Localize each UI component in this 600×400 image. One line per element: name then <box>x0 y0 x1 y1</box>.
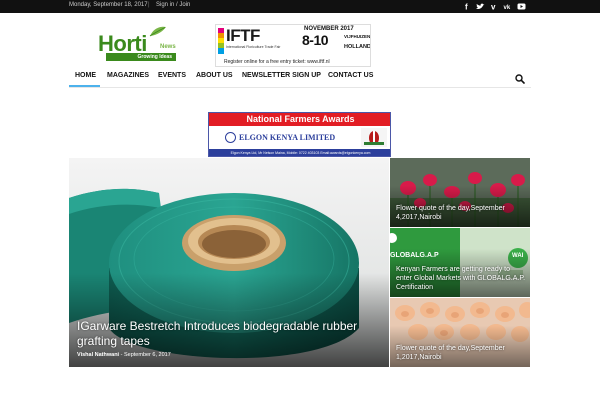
nav-item-events[interactable]: EVENTS <box>158 72 186 79</box>
side-post-3[interactable]: Flower quote of the day,September 1,2017… <box>390 298 530 367</box>
featured-post-meta: Vishal Nathwani - September 6, 2017 <box>77 352 171 358</box>
post-author[interactable]: Vishal Nathwani <box>77 352 119 358</box>
nav-item-magazines[interactable]: MAGAZINES <box>107 72 149 79</box>
awards-contact: Elgon Kenya Ltd, Mr Nelson Maina, Mobile… <box>209 149 390 156</box>
nav-item-about-us[interactable]: ABOUT US <box>196 72 233 79</box>
iftf-logo: IFTF <box>226 26 260 45</box>
vk-icon[interactable]: vk <box>503 2 513 11</box>
iftf-register-text: Register online for a free entry ticket:… <box>224 59 330 65</box>
awards-company: ELGON KENYA LIMITED <box>239 133 336 142</box>
youtube-icon[interactable] <box>517 2 527 11</box>
elgon-logo-icon <box>225 132 236 143</box>
post-date: September 6, 2017 <box>123 352 171 358</box>
nav-item-newsletter-sign-up[interactable]: NEWSLETTER SIGN UP <box>242 72 321 79</box>
sign-in-link[interactable]: Sign in / Join <box>156 2 190 8</box>
awards-title: National Farmers Awards <box>209 113 390 126</box>
svg-text:f: f <box>465 3 468 12</box>
site-logo[interactable]: Horti News Growing Ideas <box>98 26 188 63</box>
meta-separator: - <box>120 352 123 358</box>
main-navigation: HOME MAGAZINES EVENTS ABOUT US NEWSLETTE… <box>69 67 531 88</box>
nav-item-home[interactable]: HOME <box>75 72 96 79</box>
leaf-icon <box>149 26 166 37</box>
nav-active-indicator <box>69 85 100 87</box>
globalgap-overlay-text-2: WAI <box>512 253 524 259</box>
kenya-emblem-icon <box>361 128 387 147</box>
featured-post-title[interactable]: IGarware Bestretch Introduces biodegrada… <box>77 319 377 349</box>
iftf-location: VIJFHUIZEN <box>344 34 371 39</box>
side-post-title[interactable]: Flower quote of the day,September 1,2017… <box>396 344 526 362</box>
svg-text:vk: vk <box>504 5 511 11</box>
top-bar-divider: | <box>148 2 150 8</box>
twitter-icon[interactable] <box>475 2 485 11</box>
featured-post[interactable]: IGarware Bestretch Introduces biodegrada… <box>69 158 389 367</box>
logo-tagline: Growing Ideas <box>106 53 176 61</box>
iftf-banner-ad[interactable]: IFTF International Floriculture Trade Fa… <box>215 24 371 67</box>
iftf-country: HOLLAND <box>344 44 371 50</box>
nav-item-contact-us[interactable]: CONTACT US <box>328 72 373 79</box>
side-post-title[interactable]: Kenyan Farmers are getting ready to ente… <box>396 265 526 292</box>
side-post-1[interactable]: Flower quote of the day,September 4,2017… <box>390 158 530 227</box>
side-post-title[interactable]: Flower quote of the day,September 4,2017… <box>396 204 526 222</box>
vimeo-icon[interactable]: v <box>489 2 499 12</box>
iftf-color-stripe <box>218 28 224 54</box>
iftf-days: 8-10 <box>302 32 329 48</box>
top-bar: Monday, September 18, 2017 | Sign in / J… <box>0 0 600 13</box>
globalgap-overlay-text: GLOBALG.A.P <box>390 252 439 259</box>
facebook-icon[interactable]: f <box>462 2 472 12</box>
svg-text:v: v <box>491 3 496 12</box>
farmers-awards-banner-ad[interactable]: National Farmers Awards ELGON KENYA LIMI… <box>208 112 391 157</box>
search-icon[interactable] <box>515 71 525 84</box>
side-post-2[interactable]: GLOBALG.A.P WAI Kenyan Farmers are getti… <box>390 228 530 297</box>
logo-news-label: News <box>160 44 176 50</box>
iftf-subtitle: International Floriculture Trade Fair <box>226 45 281 49</box>
current-date: Monday, September 18, 2017 <box>69 2 148 8</box>
